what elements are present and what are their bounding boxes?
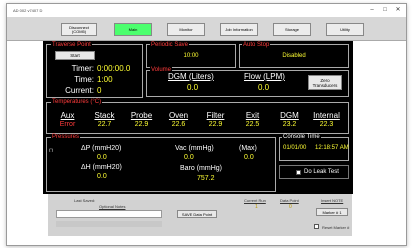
temp-label-4: Filter: [206, 111, 225, 120]
save-data-point-button[interactable]: SAVE Data Point: [177, 210, 217, 218]
current-label: Current:: [65, 86, 94, 95]
temp-label-3: Oven: [168, 111, 189, 120]
minimize-icon[interactable]: –: [367, 6, 377, 14]
temp-value-6: 23.2: [282, 121, 297, 128]
notes-input[interactable]: [56, 210, 162, 218]
temperatures-title: Temperatures (°C): [51, 99, 103, 105]
data-point-value: 0: [289, 204, 292, 210]
flow-value: 0.0: [258, 83, 270, 92]
temp-value-3: 22.6: [171, 121, 186, 128]
main-panel: Traverse Point Start Timer: 0:00:00.0 Ti…: [43, 41, 353, 194]
traverse-title: Traverse Point: [51, 42, 92, 48]
temp-value-7: 22.3: [319, 121, 334, 128]
console-time-title: Console Time: [282, 134, 321, 140]
pressures-side-label: ("): [49, 147, 54, 152]
max-label: (Max): [239, 145, 257, 152]
tab-job-information[interactable]: Job Information: [220, 23, 258, 36]
temp-label-7: Internal: [313, 111, 340, 120]
vac-label: Vac (mmHg): [175, 145, 214, 152]
tab-storage[interactable]: Storage: [273, 23, 311, 36]
timer-label: Timer:: [71, 64, 94, 73]
temp-label-0: Aux: [60, 111, 75, 120]
baro-value: 757.2: [197, 175, 215, 182]
dh-value: 0.0: [97, 173, 107, 180]
marker-button[interactable]: Marker # 1: [316, 208, 348, 216]
console-date: 01/01/00: [283, 145, 307, 151]
timer-value: 0:00:00.0: [97, 64, 131, 73]
footer-bar: Last Saved: Optional Notes SAVE Data Poi…: [48, 194, 352, 236]
time-label: Time:: [74, 75, 94, 84]
temp-label-6: DGM: [280, 111, 299, 120]
disconnect-button[interactable]: Disconnect (COM5): [61, 23, 97, 36]
max-value: 0.0: [244, 154, 254, 161]
temp-label-5: Exit: [245, 111, 260, 120]
flow-label: Flow (LPM): [244, 72, 285, 81]
temp-value-4: 22.9: [208, 121, 223, 128]
tab-main[interactable]: Main: [114, 23, 152, 36]
current-run-label: Current Run: [244, 198, 266, 203]
dp-label: ΔP (mmH20): [81, 145, 122, 152]
start-button[interactable]: Start: [55, 51, 95, 60]
data-point-label: Data Point: [280, 198, 299, 203]
tab-monitor[interactable]: Monitor: [167, 23, 205, 36]
auto-stop-value[interactable]: Disabled: [239, 53, 349, 60]
tab-utility[interactable]: Utility: [326, 23, 364, 36]
current-value: 0: [97, 86, 102, 95]
console-time: 12:18:57 AM: [315, 145, 349, 151]
periodic-save-title: Periodic Save: [150, 42, 190, 48]
time-value[interactable]: 1:00: [97, 75, 113, 84]
auto-stop-title: Auto Stop: [242, 42, 271, 48]
temp-label-1: Stack: [94, 111, 115, 120]
title-bar: AD 002 v7407 D – □ ✕: [7, 4, 406, 17]
dgm-liters-value: 0.0: [187, 83, 199, 92]
close-icon[interactable]: ✕: [393, 6, 403, 14]
temp-value-0: Error: [59, 121, 76, 128]
temp-label-2: Probe: [130, 111, 153, 120]
temp-value-1: 22.7: [97, 121, 112, 128]
dp-value: 0.0: [97, 154, 107, 161]
dgm-liters-label: DGM (Liters): [168, 72, 214, 81]
notes-input-secondary[interactable]: [56, 221, 162, 227]
leak-test-checkbox[interactable]: [296, 170, 301, 175]
optional-notes-label: Optional Notes: [99, 204, 126, 209]
window-title: AD 002 v7407 D: [13, 8, 43, 13]
baro-label: Baro (mmHg): [180, 165, 223, 172]
insert-note-label: Insert NOTE: [321, 198, 344, 203]
leak-test-label: Do Leak Test: [304, 169, 339, 175]
nav-bar: Disconnect (COM5) Main Monitor Job Infor…: [7, 17, 406, 41]
zero-transducers-button[interactable]: Zero Transducers: [308, 75, 342, 90]
reset-marker-checkbox[interactable]: [314, 224, 319, 229]
temp-value-2: 22.9: [134, 121, 149, 128]
maximize-icon[interactable]: □: [380, 6, 390, 14]
dh-label: ΔH (mmH20): [81, 164, 122, 171]
last-saved-label: Last Saved:: [74, 198, 96, 203]
vac-value: 0.0: [184, 154, 194, 161]
temp-value-5: 22.5: [245, 121, 260, 128]
pressures-title: Pressures: [51, 134, 81, 140]
reset-marker-label: Reset Marker #: [322, 225, 350, 230]
periodic-save-value[interactable]: 10:00: [146, 53, 236, 60]
current-run-value: 1: [255, 204, 258, 210]
